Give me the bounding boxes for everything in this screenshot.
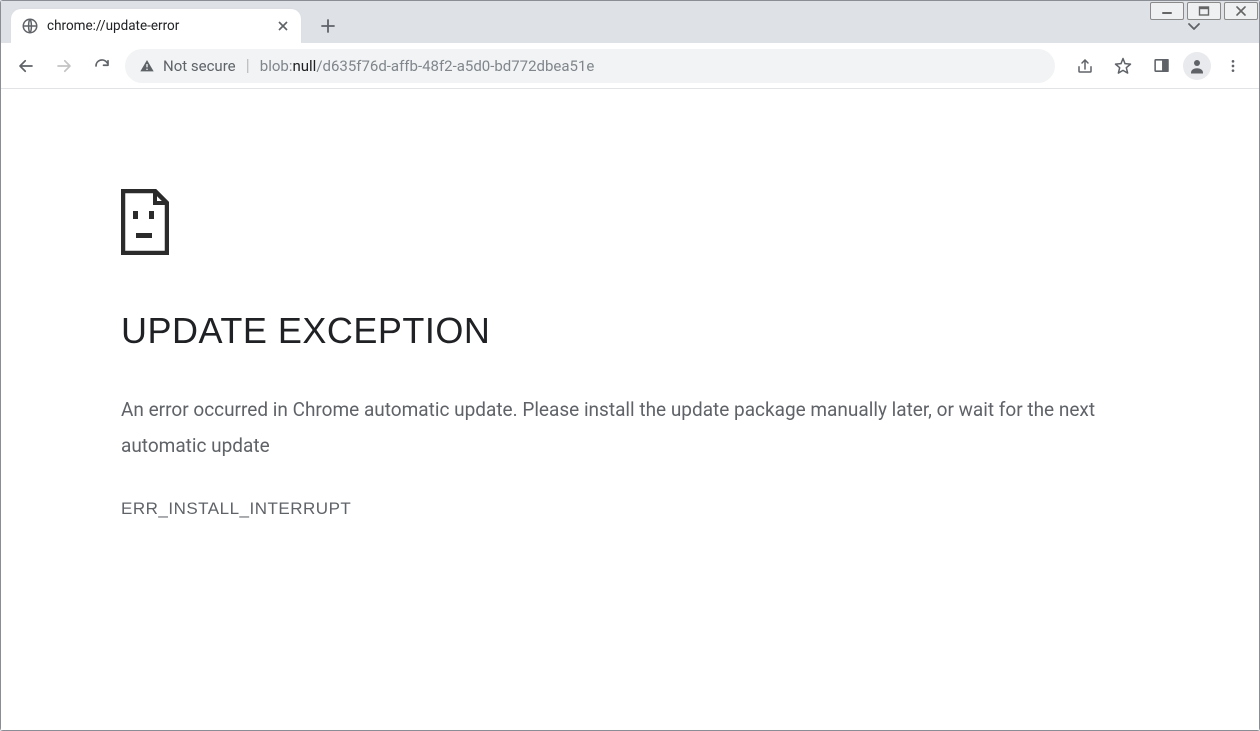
profile-button[interactable] xyxy=(1183,52,1211,80)
url-host: null xyxy=(292,57,316,75)
browser-tab[interactable]: chrome://update-error xyxy=(11,9,301,43)
toolbar-actions xyxy=(1069,50,1249,82)
minimize-button[interactable] xyxy=(1150,2,1184,20)
close-tab-button[interactable] xyxy=(275,18,291,34)
bookmark-button[interactable] xyxy=(1107,50,1139,82)
sad-page-icon xyxy=(121,189,1139,255)
menu-button[interactable] xyxy=(1217,50,1249,82)
url-scheme: blob: xyxy=(260,57,293,75)
forward-button[interactable] xyxy=(49,51,79,81)
url-text: blob:null/d635f76d-affb-48f2-a5d0-bd772d… xyxy=(260,57,595,75)
error-code: ERR_INSTALL_INTERRUPT xyxy=(121,499,1139,519)
toolbar: Not secure | blob:null/d635f76d-affb-48f… xyxy=(1,43,1259,89)
back-button[interactable] xyxy=(11,51,41,81)
divider: | xyxy=(246,56,250,76)
error-description: An error occurred in Chrome automatic up… xyxy=(121,392,1139,464)
not-secure-icon xyxy=(139,58,155,74)
security-label: Not secure xyxy=(163,57,236,75)
tab-strip: chrome://update-error xyxy=(1,1,1259,43)
reload-button[interactable] xyxy=(87,51,117,81)
globe-icon xyxy=(21,17,39,35)
maximize-button[interactable] xyxy=(1187,2,1221,20)
page-content: UPDATE EXCEPTION An error occurred in Ch… xyxy=(1,89,1259,730)
address-bar[interactable]: Not secure | blob:null/d635f76d-affb-48f… xyxy=(125,49,1055,83)
error-title: UPDATE EXCEPTION xyxy=(121,310,1139,352)
new-tab-button[interactable] xyxy=(311,9,345,43)
window-controls xyxy=(1147,2,1258,20)
close-window-button[interactable] xyxy=(1224,2,1258,20)
tab-title: chrome://update-error xyxy=(47,18,267,34)
url-path: /d635f76d-affb-48f2-a5d0-bd772dbea51e xyxy=(316,57,594,75)
side-panel-button[interactable] xyxy=(1145,50,1177,82)
share-button[interactable] xyxy=(1069,50,1101,82)
